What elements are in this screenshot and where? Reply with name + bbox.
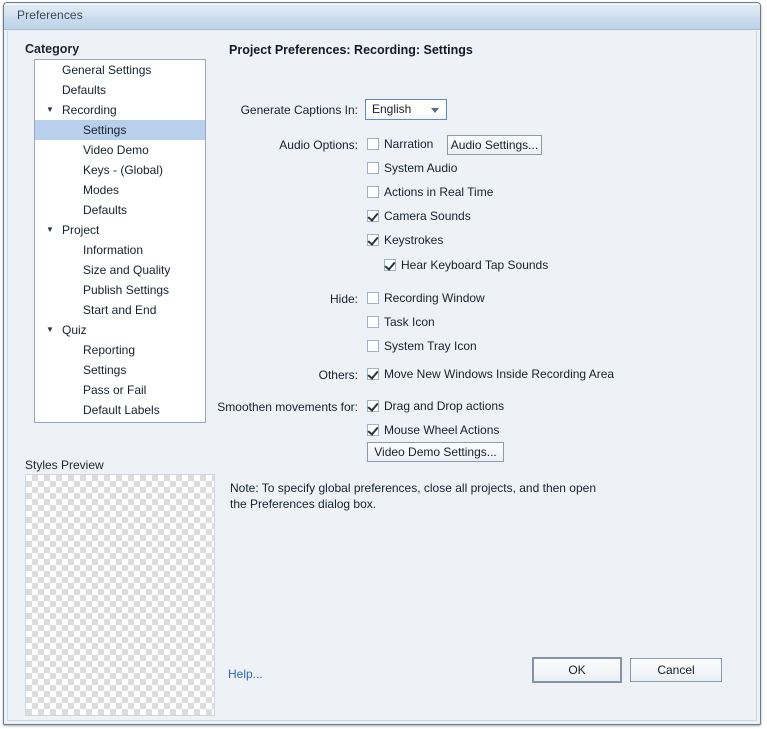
checkbox-hear-keyboard-tap-sounds[interactable]: Hear Keyboard Tap Sounds (384, 258, 548, 274)
sidebar-item-label: Video Demo (83, 143, 149, 157)
checkbox-label: Hear Keyboard Tap Sounds (401, 258, 549, 272)
sidebar-item-general-settings[interactable]: General Settings (35, 60, 205, 80)
sidebar-item-label: Information (83, 243, 144, 257)
sidebar-item-label: Reporting (83, 343, 136, 357)
sidebar-item-defaults[interactable]: Defaults (35, 80, 205, 100)
sidebar-item-project[interactable]: ▼ Project (35, 220, 205, 240)
cancel-button[interactable]: Cancel (630, 658, 722, 682)
styles-preview-label: Styles Preview (25, 458, 104, 472)
checkbox-label: Task Icon (384, 315, 435, 329)
checkbox-keystrokes[interactable]: Keystrokes (367, 233, 443, 249)
sidebar-item-keys-global[interactable]: Keys - (Global) (35, 160, 205, 180)
checkbox-icon[interactable] (367, 316, 379, 328)
generate-captions-label: Generate Captions In: (240, 103, 358, 117)
checkbox-recording-window[interactable]: Recording Window (367, 291, 485, 307)
checkbox-label: Drag and Drop actions (384, 399, 505, 413)
titlebar-highlight (5, 4, 759, 5)
sidebar-item-quiz[interactable]: ▼ Quiz (35, 320, 205, 340)
page-title: Project Preferences: Recording: Settings (229, 43, 473, 57)
sidebar-item-publish-settings[interactable]: Publish Settings (35, 280, 205, 300)
sidebar-item-label: Pass or Fail (83, 383, 147, 397)
checkbox-icon[interactable] (367, 400, 379, 412)
checkbox-label: Mouse Wheel Actions (384, 423, 500, 437)
category-tree[interactable]: General Settings Defaults ▼ Recording Settin… (34, 59, 206, 423)
sidebar-item-label: Project (62, 223, 100, 237)
checkbox-camera-sounds[interactable]: Camera Sounds (367, 209, 471, 225)
checkbox-label: System Tray Icon (384, 339, 477, 353)
ok-button[interactable]: OK (532, 657, 622, 683)
category-heading: Category (25, 42, 80, 56)
sidebar-item-label: Quiz (62, 323, 87, 337)
sidebar-item-label: Recording (62, 103, 117, 117)
video-demo-settings-button[interactable]: Video Demo Settings... (367, 442, 504, 462)
checkbox-label: Keystrokes (384, 233, 444, 247)
checkbox-actions-in-real-time[interactable]: Actions in Real Time (367, 185, 493, 201)
sidebar-item-recording[interactable]: ▼ Recording (35, 100, 205, 120)
checkbox-icon[interactable] (384, 259, 396, 271)
note-text: Note: To specify global preferences, clo… (230, 481, 596, 511)
checkbox-drag-and-drop-actions[interactable]: Drag and Drop actions (367, 399, 504, 415)
preferences-window: Preferences Category General Settings Def… (3, 2, 761, 725)
chevron-down-icon[interactable]: ▼ (44, 320, 56, 340)
checkbox-label: Actions in Real Time (384, 185, 494, 199)
sidebar-item-information[interactable]: Information (35, 240, 205, 260)
sidebar-item-size-and-quality[interactable]: Size and Quality (35, 260, 205, 280)
sidebar-item-label: Defaults (62, 83, 107, 97)
window-titlebar: Preferences (4, 3, 760, 30)
checkbox-label: System Audio (384, 161, 458, 175)
checkbox-icon[interactable] (367, 138, 379, 150)
generate-captions-select[interactable]: English (365, 99, 447, 120)
chevron-down-icon[interactable]: ▼ (44, 100, 56, 120)
checkbox-icon[interactable] (367, 210, 379, 222)
sidebar-item-defaults[interactable]: Defaults (35, 200, 205, 220)
sidebar-item-reporting[interactable]: Reporting (35, 340, 205, 360)
sidebar-item-label: Start and End (83, 303, 157, 317)
checkbox-narration[interactable]: Narration (367, 137, 433, 153)
help-link[interactable]: Help... (228, 667, 263, 681)
checkbox-icon[interactable] (367, 368, 379, 380)
checkbox-icon[interactable] (367, 234, 379, 246)
sidebar-item-modes[interactable]: Modes (35, 180, 205, 200)
dialog-client-area: Category General Settings Defaults ▼ Record… (7, 31, 757, 721)
sidebar-item-label: Settings (83, 363, 127, 377)
window-title: Preferences (17, 8, 83, 22)
audio-settings-button[interactable]: Audio Settings... (447, 135, 542, 155)
sidebar-item-label: Defaults (83, 203, 128, 217)
checkbox-icon[interactable] (367, 186, 379, 198)
checkbox-task-icon[interactable]: Task Icon (367, 315, 435, 331)
checkbox-label: Recording Window (384, 291, 485, 305)
sidebar-item-label: Publish Settings (83, 283, 170, 297)
sidebar-item-label: Modes (83, 183, 120, 197)
checkbox-system-audio[interactable]: System Audio (367, 161, 457, 177)
styles-preview-canvas (25, 474, 215, 716)
smoothen-movements-label: Smoothen movements for: (217, 400, 358, 414)
checkbox-icon[interactable] (367, 340, 379, 352)
generate-captions-value: English (372, 102, 412, 116)
checkbox-icon[interactable] (367, 162, 379, 174)
chevron-down-icon[interactable]: ▼ (44, 220, 56, 240)
checkbox-move-new-windows-inside-recording-area[interactable]: Move New Windows Inside Recording Area (367, 367, 614, 383)
sidebar-item-label: Settings (83, 123, 127, 137)
sidebar-item-label: General Settings (62, 63, 152, 77)
checkbox-mouse-wheel-actions[interactable]: Mouse Wheel Actions (367, 423, 499, 439)
sidebar-item-label: Size and Quality (83, 263, 171, 277)
others-label: Others: (318, 368, 358, 382)
sidebar-item-label: Keys - (Global) (83, 163, 164, 177)
checkbox-label: Move New Windows Inside Recording Area (384, 367, 615, 381)
checkbox-icon[interactable] (367, 424, 379, 436)
sidebar-item-pass-or-fail[interactable]: Pass or Fail (35, 380, 205, 400)
hide-label: Hide: (329, 292, 358, 306)
sidebar-item-video-demo[interactable]: Video Demo (35, 140, 205, 160)
sidebar-item-settings[interactable]: Settings (35, 120, 205, 140)
sidebar-item-settings[interactable]: Settings (35, 360, 205, 380)
checkbox-label: Narration (384, 137, 434, 151)
checkbox-icon[interactable] (367, 292, 379, 304)
checkbox-system-tray-icon[interactable]: System Tray Icon (367, 339, 477, 355)
sidebar-item-start-and-end[interactable]: Start and End (35, 300, 205, 320)
chevron-down-icon (431, 108, 439, 113)
audio-options-label: Audio Options: (279, 138, 358, 152)
checkbox-label: Camera Sounds (384, 209, 471, 223)
